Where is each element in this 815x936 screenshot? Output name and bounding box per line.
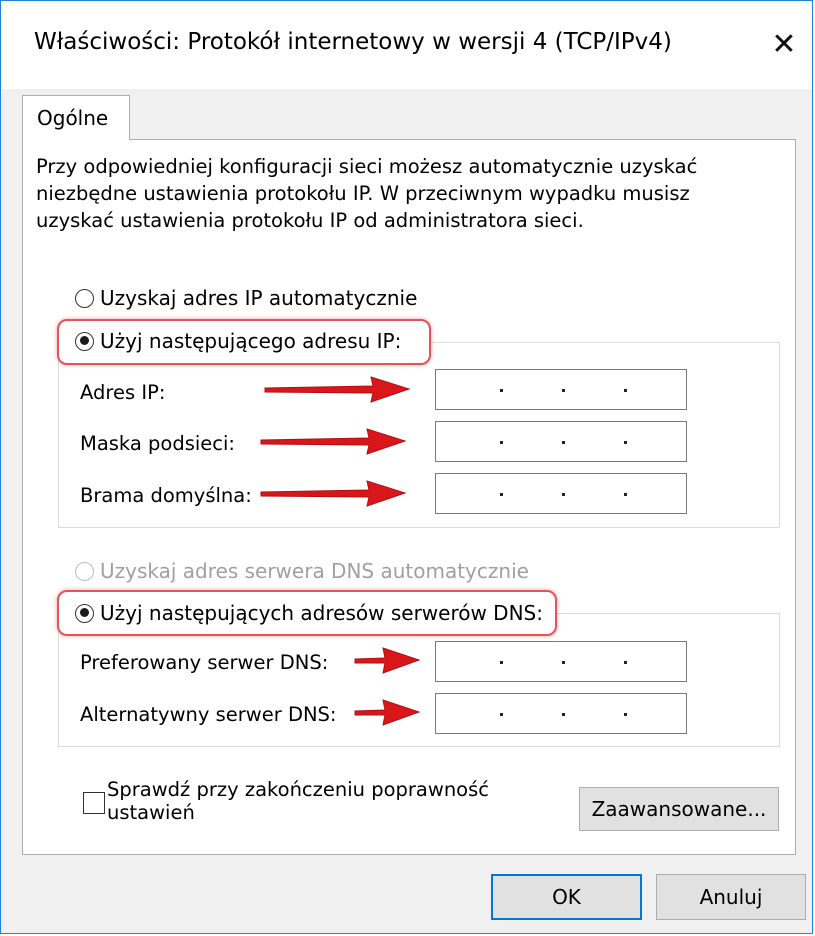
radio-ip-manual[interactable]: Użyj następującego adresu IP: [75,329,401,353]
radio-dns-auto-indicator[interactable] [75,561,94,581]
default-gateway-input[interactable] [435,473,687,514]
radio-dns-manual-indicator[interactable] [75,603,94,623]
validate-settings-checkbox[interactable] [83,792,105,814]
radio-dns-auto-label: Uzyskaj adres serwera DNS automatycznie [100,559,529,583]
title-bar: Właściwości: Protokół internetowy w wers… [1,1,812,89]
radio-ip-auto-indicator[interactable] [75,288,94,308]
validate-settings-checkbox-row[interactable]: Sprawdź przy zakończeniu poprawność usta… [83,778,489,824]
cancel-button[interactable]: Anuluj [656,874,806,920]
ok-button[interactable]: OK [491,874,642,920]
red-arrow-icon [264,376,411,403]
radio-ip-manual-label: Użyj następującego adresu IP: [100,329,402,353]
advanced-button[interactable]: Zaawansowane... [579,787,779,831]
radio-dns-auto[interactable]: Uzyskaj adres serwera DNS automatycznie [75,559,529,583]
label-default-gateway: Brama domyślna: [80,484,252,507]
label-preferred-dns: Preferowany serwer DNS: [80,651,329,674]
red-arrow-icon [354,699,421,726]
description-text: Przy odpowiedniej konfiguracji sieci moż… [36,153,736,234]
alternate-dns-input[interactable] [435,693,687,734]
window-title: Właściwości: Protokół internetowy w wers… [34,29,672,55]
close-icon: ✕ [771,26,797,62]
radio-dns-manual[interactable]: Użyj następujących adresów serwerów DNS: [75,601,543,625]
red-arrow-icon [354,647,421,674]
radio-dns-manual-label: Użyj następujących adresów serwerów DNS: [100,601,543,625]
label-ip-address: Adres IP: [80,381,166,404]
label-alternate-dns: Alternatywny serwer DNS: [80,703,337,726]
subnet-mask-input[interactable] [435,421,687,462]
radio-ip-manual-indicator[interactable] [75,331,94,351]
preferred-dns-input[interactable] [435,641,687,682]
dialog-window: Właściwości: Protokół internetowy w wers… [0,0,813,934]
red-arrow-icon [260,428,407,455]
validate-label-line1: Sprawdź przy zakończeniu poprawność [107,778,489,801]
radio-ip-auto-label: Uzyskaj adres IP automatycznie [100,286,418,310]
validate-label-line2: ustawień [107,801,195,824]
ip-address-input[interactable] [435,369,687,410]
description-line: Przy odpowiedniej konfiguracji sieci moż… [36,155,698,178]
validate-settings-label: Sprawdź przy zakończeniu poprawność usta… [107,778,489,824]
label-subnet-mask: Maska podsieci: [80,432,236,455]
radio-ip-auto[interactable]: Uzyskaj adres IP automatycznie [75,286,417,310]
tab-general[interactable]: Ogólne [22,95,130,140]
description-line: niezbędne ustawienia protokołu IP. W prz… [36,182,690,205]
red-arrow-icon [260,480,407,507]
close-button[interactable]: ✕ [761,19,807,69]
description-line: uzyskać ustawienia protokołu IP od admin… [36,209,584,232]
